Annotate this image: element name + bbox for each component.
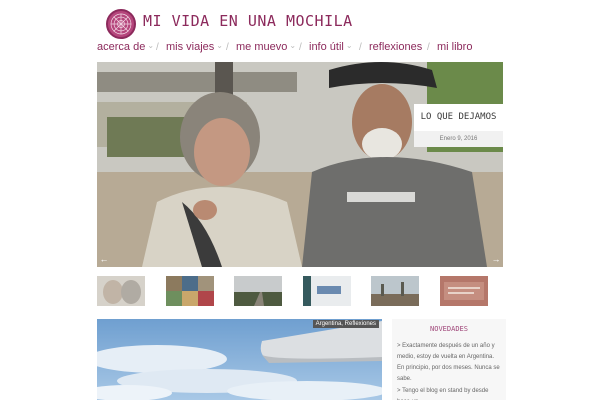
nav-item-acerca-de[interactable]: acerca de ⌄: [97, 41, 154, 53]
chevron-down-icon: ⌄: [289, 41, 297, 50]
nav-separator: /: [226, 42, 229, 53]
nav-item-info-util[interactable]: info útil ⌄: [309, 41, 353, 53]
slider-thumbnail[interactable]: [234, 276, 282, 306]
thumbnail-image: [371, 276, 419, 306]
sidebar-title: NOVEDADES: [430, 325, 468, 333]
chevron-down-icon: ⌄: [147, 41, 155, 50]
thumbnail-image: [234, 276, 282, 306]
chevron-down-icon: ⌄: [345, 41, 353, 50]
sidebar-post-excerpt[interactable]: > Exactamente después de un año y medio,…: [397, 341, 501, 385]
slider-thumbnail[interactable]: [371, 276, 419, 306]
mandala-icon: [108, 11, 134, 37]
thumbnail-image: [166, 276, 214, 306]
nav-item-me-muevo[interactable]: me muevo ⌄: [236, 41, 296, 53]
sidebar-post-excerpt[interactable]: > Tengo el blog en stand by desde hace u…: [397, 386, 501, 400]
post-date: Enero 9, 2016: [414, 131, 503, 147]
featured-post-image[interactable]: Argentina, Reflexiones: [97, 319, 382, 400]
prev-arrow-icon[interactable]: ←: [97, 253, 111, 265]
hero-photo: [97, 62, 503, 267]
hero-slider[interactable]: LO QUE DEJAMOS Enero 9, 2016 ← →: [97, 62, 503, 267]
slider-thumbnail[interactable]: [303, 276, 351, 306]
post-title[interactable]: LO QUE DEJAMOS: [414, 104, 503, 131]
airplane-window-photo: [97, 319, 382, 400]
nav-item-mi-libro[interactable]: mi libro: [437, 41, 472, 53]
nav-separator: /: [427, 42, 430, 53]
chevron-down-icon: ⌄: [216, 41, 223, 50]
post-categories[interactable]: Argentina, Reflexiones: [312, 320, 379, 328]
nav-separator: /: [359, 42, 362, 53]
slider-thumbnail[interactable]: [166, 276, 214, 306]
nav-separator: /: [299, 42, 302, 53]
logo[interactable]: [106, 9, 136, 39]
slider-thumbnail[interactable]: [440, 276, 488, 306]
thumbnail-image: [97, 276, 145, 306]
nav-item-reflexiones[interactable]: reflexiones: [369, 41, 422, 53]
thumbnail-image: [440, 276, 488, 306]
slider-thumbnail[interactable]: [97, 276, 145, 306]
nav-separator: /: [156, 42, 159, 53]
main-nav: acerca de ⌄ / mis viajes ⌄ / me muevo ⌄ / i…: [0, 41, 600, 59]
thumbnail-image: [303, 276, 351, 306]
nav-item-mis-viajes[interactable]: mis viajes ⌄: [166, 41, 223, 53]
hero-caption[interactable]: LO QUE DEJAMOS Enero 9, 2016: [414, 104, 503, 147]
site-title[interactable]: MI VIDA EN UNA MOCHILA: [143, 12, 353, 30]
next-arrow-icon[interactable]: →: [489, 253, 503, 265]
sidebar-novedades: NOVEDADES > Exactamente después de un añ…: [392, 319, 506, 400]
